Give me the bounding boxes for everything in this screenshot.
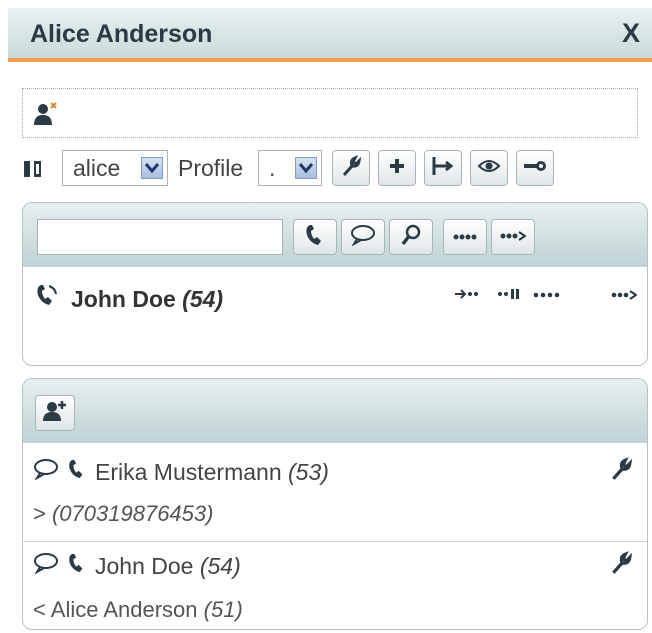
wrench-icon[interactable] xyxy=(609,551,633,580)
call-panel: John Doe (54) xyxy=(22,202,648,366)
call-direction: > xyxy=(33,501,46,526)
settings-button[interactable] xyxy=(332,150,370,186)
add-contact-button[interactable] xyxy=(35,395,75,431)
add-button[interactable] xyxy=(378,150,416,186)
more-icon[interactable] xyxy=(533,287,561,303)
more-button[interactable] xyxy=(443,219,487,255)
dial-input[interactable] xyxy=(37,219,283,255)
redirect-button[interactable] xyxy=(424,150,462,186)
chat-icon xyxy=(350,224,376,251)
chevron-down-icon[interactable] xyxy=(141,157,163,179)
toolbar: alice Profile . xyxy=(22,150,642,192)
profile-select-value: . xyxy=(269,154,276,181)
call-actions xyxy=(23,287,647,307)
forward-icon[interactable] xyxy=(611,287,638,303)
phone-icon[interactable] xyxy=(67,457,87,487)
contact-detail: (070319876453) xyxy=(51,501,214,526)
user-status-icon[interactable] xyxy=(33,101,59,132)
contact-number: (53) xyxy=(288,458,329,485)
forward-button[interactable] xyxy=(491,219,535,255)
list-item[interactable]: Erika Mustermann (53) > (070319876453) xyxy=(23,443,647,539)
user-select-value: alice xyxy=(73,154,121,181)
user-select[interactable]: alice xyxy=(62,150,168,186)
hold-icon[interactable] xyxy=(497,287,521,303)
contacts-header xyxy=(23,379,647,443)
dots-icon xyxy=(453,228,477,246)
monitor-button[interactable] xyxy=(470,150,508,186)
key-icon xyxy=(522,159,548,178)
wrench-icon[interactable] xyxy=(609,457,633,486)
phone-line-icon[interactable] xyxy=(22,158,44,185)
list-item[interactable]: John Doe (54) < Alice Anderson (51) xyxy=(23,541,647,629)
contact-detail-name: Alice Anderson xyxy=(50,597,198,622)
forward-icon xyxy=(500,228,527,246)
presence-input[interactable] xyxy=(22,88,638,138)
wrench-icon xyxy=(340,154,362,182)
phone-icon xyxy=(304,223,326,252)
add-user-icon xyxy=(42,399,68,428)
lock-button[interactable] xyxy=(516,150,554,186)
close-button[interactable]: X xyxy=(622,18,640,49)
contact-number: (54) xyxy=(199,552,241,579)
transfer-icon[interactable] xyxy=(453,287,479,303)
redirect-icon xyxy=(431,155,455,182)
chat-icon[interactable] xyxy=(33,552,59,580)
title-bar: Alice Anderson X xyxy=(8,8,652,62)
eye-icon xyxy=(477,158,501,179)
search-icon xyxy=(400,224,422,251)
contact-detail-number: (51) xyxy=(203,597,243,622)
call-direction: < xyxy=(33,597,46,622)
plus-icon xyxy=(388,157,406,180)
dial-bar xyxy=(23,203,647,267)
window-title: Alice Anderson xyxy=(30,20,213,48)
chat-icon[interactable] xyxy=(33,458,59,486)
chat-button[interactable] xyxy=(341,219,385,255)
contacts-panel: Erika Mustermann (53) > (070319876453) J… xyxy=(22,378,648,630)
contact-name: Erika Mustermann xyxy=(95,458,282,485)
contact-name: John Doe xyxy=(95,552,194,579)
phone-icon[interactable] xyxy=(67,551,87,581)
profile-select[interactable]: . xyxy=(258,150,322,186)
chevron-down-icon[interactable] xyxy=(295,157,317,179)
call-button[interactable] xyxy=(293,219,337,255)
search-button[interactable] xyxy=(389,219,433,255)
profile-label: Profile xyxy=(178,155,244,181)
